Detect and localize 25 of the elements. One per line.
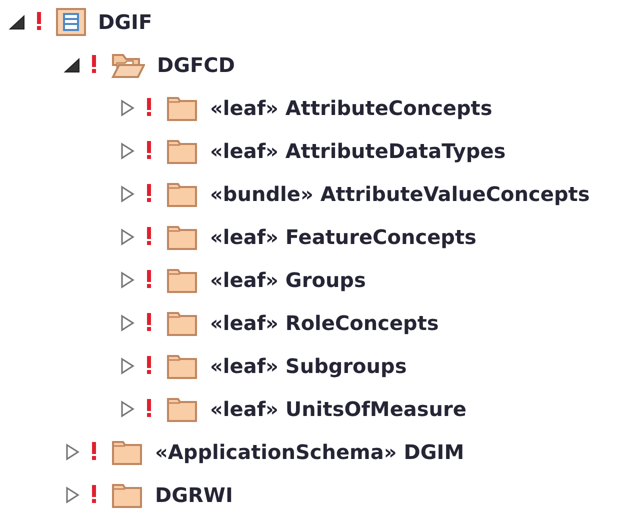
tree-item-label[interactable]: «leaf» FeatureConcepts [210,222,476,252]
tree-item-label[interactable]: DGIF [98,6,152,36]
expand-toggle-icon[interactable] [63,442,81,460]
expand-toggle-icon[interactable] [118,356,136,374]
expand-toggle-icon[interactable] [118,98,136,116]
tree-item-label[interactable]: «leaf» Subgroups [210,350,407,380]
tree-item-label[interactable]: «leaf» AttributeConcepts [210,92,492,122]
expand-toggle-icon[interactable] [118,142,136,160]
expand-toggle-icon[interactable] [63,486,81,504]
expand-toggle-icon[interactable] [118,184,136,202]
tree-item-label[interactable]: DGFCD [157,50,235,80]
tree-item-label[interactable]: DGRWI [155,480,233,510]
expand-toggle-icon[interactable] [118,314,136,332]
collapse-toggle-icon[interactable] [63,56,81,74]
package-icon [56,8,86,36]
expand-toggle-icon[interactable] [118,270,136,288]
tree-item-label[interactable]: «leaf» Groups [210,264,366,294]
tree-item-label[interactable]: «leaf» RoleConcepts [210,308,439,338]
expand-toggle-icon[interactable] [118,400,136,418]
tree-item-label[interactable]: «ApplicationSchema» DGIM [155,436,464,466]
tree-item-label[interactable]: «leaf» UnitsOfMeasure [210,394,466,424]
expand-toggle-icon[interactable] [118,228,136,246]
tree-item-label[interactable]: «leaf» AttributeDataTypes [210,136,506,166]
tree-item-label[interactable]: «bundle» AttributeValueConcepts [210,178,590,208]
collapse-toggle-icon[interactable] [8,12,26,30]
